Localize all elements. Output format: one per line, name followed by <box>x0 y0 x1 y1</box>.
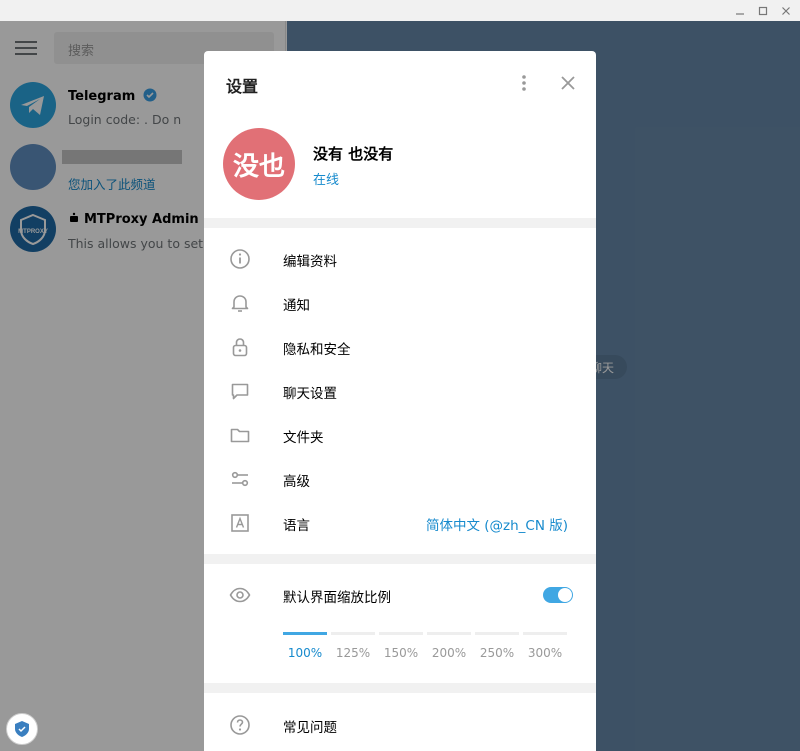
scale-option-200[interactable]: 200% <box>424 646 474 660</box>
menu-label: 文件夹 <box>283 430 324 446</box>
scale-option-300[interactable]: 300% <box>520 646 570 660</box>
close-dialog-icon[interactable] <box>556 71 580 95</box>
scale-option-100[interactable]: 100% <box>280 646 330 660</box>
scale-option-125[interactable]: 125% <box>328 646 378 660</box>
divider <box>204 683 596 693</box>
menu-label: 隐私和安全 <box>283 342 351 358</box>
proxy-shield-icon[interactable] <box>6 713 38 745</box>
profile-name: 没有 也没有 <box>313 145 394 163</box>
scale-step-125[interactable] <box>331 632 375 635</box>
menu-language[interactable]: 语言 简体中文 (@zh_CN 版) <box>204 501 596 545</box>
menu-edit-profile[interactable]: 编辑资料 <box>204 237 596 281</box>
settings-dialog: 设置 没也 没有 也没有 在线 编辑资料 通知 隐私和安全 聊天设置 文件夹 高… <box>204 51 596 751</box>
language-icon <box>231 514 249 532</box>
lock-icon <box>232 338 248 357</box>
more-options-icon[interactable] <box>512 71 536 95</box>
menu-folders[interactable]: 文件夹 <box>204 413 596 457</box>
menu-faq[interactable]: 常见问题 <box>204 703 596 747</box>
maximize-icon[interactable] <box>751 0 775 21</box>
scale-step-200[interactable] <box>427 632 471 635</box>
menu-label: 通知 <box>283 298 310 314</box>
avatar[interactable]: 没也 <box>223 128 295 200</box>
dialog-title: 设置 <box>226 77 259 96</box>
folder-icon <box>230 428 250 443</box>
scale-step-300[interactable] <box>523 632 567 635</box>
online-status: 在线 <box>313 173 340 188</box>
menu-chat-settings[interactable]: 聊天设置 <box>204 369 596 413</box>
help-icon <box>230 715 250 735</box>
sliders-icon <box>231 471 249 487</box>
language-value[interactable]: 简体中文 (@zh_CN 版) <box>426 514 568 534</box>
menu-label: 常见问题 <box>283 720 337 736</box>
divider <box>204 554 596 564</box>
menu-advanced[interactable]: 高级 <box>204 457 596 501</box>
window-titlebar <box>0 0 800 21</box>
scale-step-250[interactable] <box>475 632 519 635</box>
menu-notifications[interactable]: 通知 <box>204 281 596 325</box>
bell-icon <box>231 295 249 312</box>
divider <box>204 218 596 228</box>
scale-option-250[interactable]: 250% <box>472 646 522 660</box>
eye-icon <box>229 587 251 603</box>
close-icon[interactable] <box>774 0 798 21</box>
scale-toggle[interactable] <box>543 587 573 603</box>
info-icon <box>230 249 250 269</box>
scale-step-100[interactable] <box>283 632 327 635</box>
menu-label: 聊天设置 <box>283 386 337 402</box>
scale-label: 默认界面缩放比例 <box>283 590 391 606</box>
menu-label: 高级 <box>283 474 310 490</box>
chat-bubble-icon <box>231 383 249 400</box>
scale-option-150[interactable]: 150% <box>376 646 426 660</box>
menu-privacy-security[interactable]: 隐私和安全 <box>204 325 596 369</box>
menu-label: 语言 <box>283 518 310 534</box>
toggle-knob <box>558 588 572 602</box>
scale-step-150[interactable] <box>379 632 423 635</box>
menu-label: 编辑资料 <box>283 254 337 270</box>
minimize-icon[interactable] <box>728 0 752 21</box>
interface-scale-row[interactable]: 默认界面缩放比例 <box>204 573 596 617</box>
